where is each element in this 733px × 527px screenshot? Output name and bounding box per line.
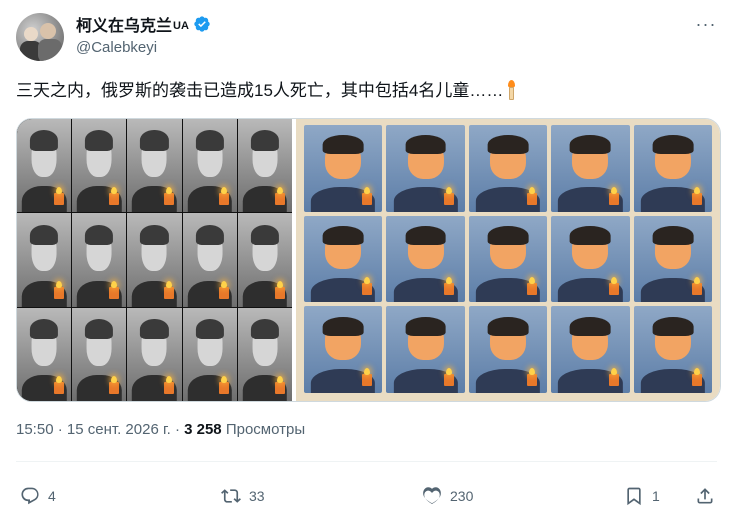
candle-icon	[218, 281, 230, 300]
meta-separator: ·	[174, 421, 180, 438]
portrait-tile	[633, 306, 712, 393]
portrait-tile	[468, 125, 548, 212]
portrait-tile	[182, 213, 237, 307]
photo-grid-image[interactable]	[17, 119, 292, 401]
author-handle[interactable]: @Calebkeyi	[76, 39, 157, 56]
portrait-tile	[127, 307, 182, 401]
portrait-tile	[304, 306, 383, 393]
tweet-meta: 15:50 · 15 сент. 2026 г. · 3 258 Просмот…	[16, 421, 305, 438]
candle-icon	[443, 277, 455, 296]
divider	[16, 461, 717, 462]
portrait-tile	[633, 215, 712, 303]
portrait-tile	[468, 306, 548, 393]
portrait-tile	[468, 215, 548, 303]
meta-separator: ·	[57, 421, 63, 438]
name-suffix: UA	[173, 19, 189, 32]
repost-icon	[221, 489, 241, 503]
portrait-tile	[386, 125, 465, 212]
candle-icon	[526, 277, 538, 296]
more-icon[interactable]: ···	[693, 12, 719, 36]
illustration-grid-image[interactable]	[296, 119, 720, 401]
like-button[interactable]: 230	[422, 480, 473, 512]
candle-icon	[526, 368, 538, 387]
tweet-date[interactable]: 15 сент. 2026 г.	[67, 421, 171, 438]
portrait-tile	[304, 215, 383, 303]
portrait-tile	[304, 125, 383, 212]
candle-icon	[443, 368, 455, 387]
portrait-tile	[237, 213, 292, 307]
verified-badge-icon	[194, 16, 210, 32]
candle-icon	[163, 375, 175, 394]
candle-icon	[361, 277, 373, 296]
candle-icon	[691, 186, 703, 205]
portrait-tile	[182, 307, 237, 401]
reply-icon	[21, 487, 39, 505]
portrait-tile	[17, 119, 72, 213]
reply-count: 4	[48, 488, 56, 504]
candle-icon	[274, 186, 286, 205]
portrait-tile	[386, 306, 465, 393]
portrait-tile	[17, 213, 72, 307]
bookmark-icon	[627, 487, 641, 506]
candle-icon	[608, 277, 620, 296]
candle-icon	[443, 186, 455, 205]
bookmark-count: 1	[652, 488, 660, 504]
repost-button[interactable]: 33	[221, 480, 265, 512]
portrait-tile	[386, 215, 465, 303]
like-icon	[423, 487, 441, 504]
tweet-text: 三天之内，俄罗斯的袭击已造成15人死亡，其中包括4名儿童……	[16, 80, 517, 102]
candle-icon	[53, 281, 65, 300]
candle-icon	[163, 186, 175, 205]
candle-icon	[53, 375, 65, 394]
bookmark-button[interactable]: 1	[624, 480, 660, 512]
candle-icon	[505, 80, 517, 100]
portrait-tile	[551, 306, 630, 393]
candle-icon	[108, 281, 120, 300]
portrait-tile	[127, 119, 182, 213]
share-button[interactable]	[695, 480, 715, 512]
views-count: 3 258	[184, 421, 222, 438]
candle-icon	[608, 186, 620, 205]
candle-icon	[608, 368, 620, 387]
candle-icon	[53, 186, 65, 205]
candle-icon	[218, 186, 230, 205]
candle-icon	[108, 186, 120, 205]
avatar[interactable]	[16, 13, 64, 61]
portrait-tile	[237, 307, 292, 401]
portrait-tile	[551, 125, 630, 212]
portrait-tile	[127, 213, 182, 307]
candle-icon	[274, 375, 286, 394]
portrait-tile	[182, 119, 237, 213]
action-bar: 4 33 230 1	[16, 480, 717, 512]
portrait-tile	[72, 307, 127, 401]
media-attachments	[16, 118, 721, 402]
candle-icon	[361, 368, 373, 387]
portrait-tile	[72, 119, 127, 213]
candle-icon	[274, 281, 286, 300]
repost-count: 33	[249, 488, 265, 504]
reply-button[interactable]: 4	[20, 480, 56, 512]
candle-icon	[361, 186, 373, 205]
candle-icon	[691, 277, 703, 296]
portrait-tile	[72, 213, 127, 307]
portrait-tile	[17, 307, 72, 401]
display-name[interactable]: 柯义在乌克兰	[76, 12, 172, 36]
candle-icon	[163, 281, 175, 300]
portrait-tile	[237, 119, 292, 213]
like-count: 230	[450, 488, 474, 504]
author-name-row[interactable]: 柯义在乌克兰 UA	[76, 12, 211, 36]
tweet-text-body: 三天之内，俄罗斯的袭击已造成15人死亡，其中包括4名儿童……	[16, 81, 504, 100]
share-icon	[697, 488, 713, 504]
tweet-time[interactable]: 15:50	[16, 421, 54, 438]
candle-icon	[108, 375, 120, 394]
views-label: Просмотры	[225, 421, 306, 438]
candle-icon	[526, 186, 538, 205]
portrait-tile	[633, 125, 712, 212]
tweet-card: 柯义在乌克兰 UA @Calebkeyi ··· 三天之内，俄罗斯的袭击已造成1…	[0, 0, 733, 527]
candle-icon	[218, 375, 230, 394]
portrait-tile	[551, 215, 630, 303]
candle-icon	[691, 368, 703, 387]
